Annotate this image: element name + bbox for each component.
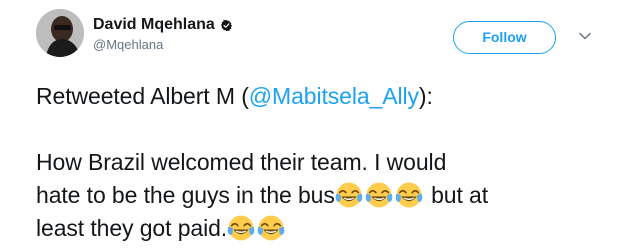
chevron-down-icon[interactable]: [578, 29, 592, 43]
tweet-line-2-after: but at: [424, 182, 489, 208]
follow-button[interactable]: Follow: [453, 21, 556, 54]
face-with-tears-of-joy-icon: [364, 181, 393, 209]
tweet-line-2-text: hate to be the guys in the bus: [36, 182, 335, 208]
verified-badge-icon: [220, 19, 232, 31]
face-with-tears-of-joy-icon: [334, 181, 363, 209]
avatar[interactable]: [36, 9, 84, 57]
face-with-tears-of-joy-icon: [227, 214, 256, 242]
user-info: David Mqehlana @Mqehlana: [93, 15, 233, 54]
tweet-line-3: least they got paid.: [36, 212, 596, 245]
emoji-group-2: [227, 214, 287, 242]
tweet-line-2: hate to be the guys in the bus but at: [36, 179, 596, 212]
retweet-suffix: ):: [418, 83, 433, 109]
avatar-image: [36, 9, 84, 57]
retweet-prefix: Retweeted Albert M (: [36, 83, 249, 109]
tweet-text: Retweeted Albert M (@Mabitsela_Ally): Ho…: [36, 80, 596, 245]
emoji-group-1: [334, 181, 425, 209]
user-handle[interactable]: @Mqehlana: [93, 36, 233, 54]
display-name-row: David Mqehlana: [93, 15, 233, 35]
tweet-line-1: How Brazil welcomed their team. I would: [36, 149, 447, 175]
face-with-tears-of-joy-icon: [394, 181, 423, 209]
face-with-tears-of-joy-icon: [257, 214, 286, 242]
retweet-line: Retweeted Albert M (@Mabitsela_Ally):: [36, 80, 596, 113]
mention-link[interactable]: @Mabitsela_Ally: [249, 83, 419, 109]
tweet-line-3-text: least they got paid.: [36, 215, 228, 241]
tweet-card: David Mqehlana @Mqehlana Follow Retweete…: [0, 0, 625, 249]
display-name[interactable]: David Mqehlana: [93, 15, 215, 35]
